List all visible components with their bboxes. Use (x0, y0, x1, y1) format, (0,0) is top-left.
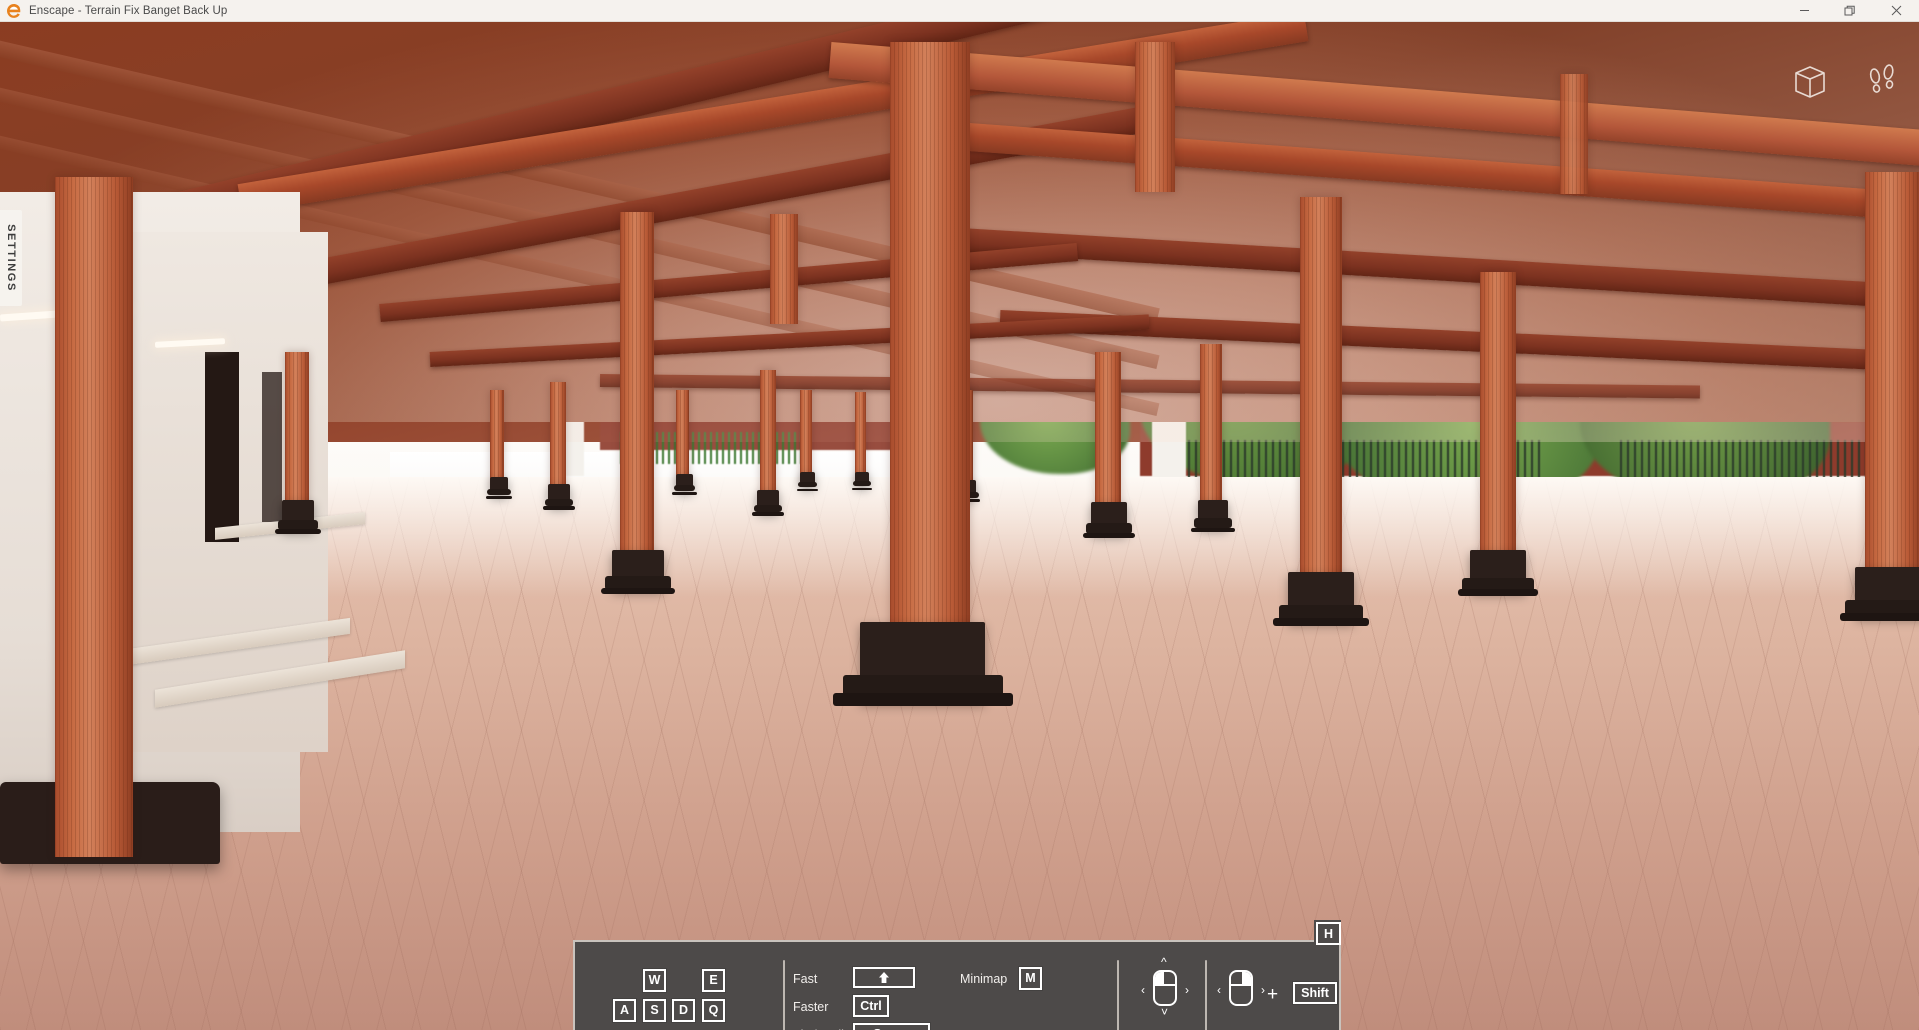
interior-door (205, 352, 239, 542)
column-base (274, 500, 322, 534)
column-base (1191, 500, 1235, 532)
settings-tab[interactable]: SETTINGS (0, 210, 22, 306)
window-title-bar: Enscape - Terrain Fix Banget Back Up (0, 0, 1919, 22)
walk-mode-footprints-icon[interactable] (1861, 60, 1903, 102)
pavilion-column (1480, 272, 1516, 572)
label-fast: Fast (793, 972, 818, 986)
key-q[interactable]: Q (702, 999, 725, 1022)
pavilion-column (1865, 172, 1919, 592)
rotate-group: ^ ˅ ‹ › Rotate (1127, 942, 1207, 1030)
settings-tab-label: SETTINGS (5, 224, 17, 292)
section-divider (1117, 960, 1119, 1030)
key-w[interactable]: W (643, 969, 666, 992)
pavilion-column (1300, 197, 1342, 597)
roof-post (1560, 74, 1588, 194)
3d-architectural-render (0, 22, 1919, 1030)
pavilion-column (285, 352, 309, 512)
pavilion-column (550, 382, 566, 494)
pavilion-column (676, 390, 689, 486)
pavilion-column-foreground (890, 42, 970, 672)
orbit-group: ‹ › + Shift Orbit Time of Day (1215, 942, 1355, 1030)
chevron-right-icon: › (1185, 983, 1189, 997)
mouse-orbit-icon (1229, 970, 1253, 1006)
key-s[interactable]: S (643, 999, 666, 1022)
column-base-foreground (832, 622, 1013, 706)
perspective-cube-icon[interactable] (1789, 60, 1831, 102)
minimize-icon[interactable] (1781, 0, 1827, 22)
pavilion-column (1095, 352, 1121, 514)
column-base (752, 490, 784, 517)
key-m[interactable]: M (1019, 967, 1042, 990)
column-base (1083, 502, 1135, 538)
speed-keys-group: Fast Faster Ctrl Fly / Walk Space Minima… (793, 942, 1103, 1030)
movement-keys-group: W E A S D Q Move Up / Down (585, 942, 785, 1030)
pavilion-column (800, 390, 812, 484)
column-base (600, 550, 676, 595)
pavilion-column (760, 370, 776, 500)
mouse-rotate-icon (1153, 970, 1177, 1006)
column-base (1839, 567, 1919, 621)
pavilion-column (620, 212, 654, 570)
chevron-left-icon: ‹ (1217, 983, 1221, 997)
key-d[interactable]: D (672, 999, 695, 1022)
pavilion-column (1200, 344, 1222, 512)
restore-icon[interactable] (1827, 0, 1873, 22)
controls-help-overlay: H W E A S D Q Move Up / Down Fast (573, 922, 1341, 1030)
plus-icon: + (1267, 984, 1279, 1005)
pavilion-column (855, 392, 866, 484)
key-shift[interactable]: Shift (1293, 982, 1337, 1004)
view-mode-toolbar (1789, 60, 1903, 102)
close-icon[interactable] (1873, 0, 1919, 22)
column-base (1273, 572, 1369, 626)
column-base (672, 474, 697, 495)
roof-post (1135, 42, 1175, 192)
key-shift-wide[interactable] (853, 967, 915, 988)
pavilion-column-foreground (55, 177, 133, 857)
key-space[interactable]: Space (853, 1023, 930, 1030)
render-viewport[interactable]: SETTINGS H W E A S D Q Fast Faster Ctrl … (0, 22, 1919, 1030)
column-base (1457, 550, 1539, 596)
enscape-e-icon (6, 3, 22, 19)
roof-post (770, 214, 798, 324)
chevron-left-icon: ‹ (1141, 983, 1145, 997)
key-ctrl[interactable]: Ctrl (853, 995, 889, 1017)
chevron-right-icon: › (1261, 983, 1265, 997)
key-e[interactable]: E (702, 969, 725, 992)
label-minimap: Minimap (960, 972, 1008, 986)
chevron-up-icon: ^ (1161, 955, 1167, 969)
shift-arrow-icon (879, 972, 889, 983)
key-a[interactable]: A (613, 999, 636, 1022)
chevron-down-icon: ˅ (1161, 1005, 1169, 1019)
label-faster: Faster (793, 1000, 829, 1014)
column-base (486, 477, 512, 499)
interior-door (262, 372, 282, 522)
column-base (851, 472, 873, 490)
column-base (543, 484, 575, 511)
window-title: Enscape - Terrain Fix Banget Back Up (29, 4, 228, 17)
pavilion-column (490, 390, 504, 486)
column-base (796, 472, 819, 492)
